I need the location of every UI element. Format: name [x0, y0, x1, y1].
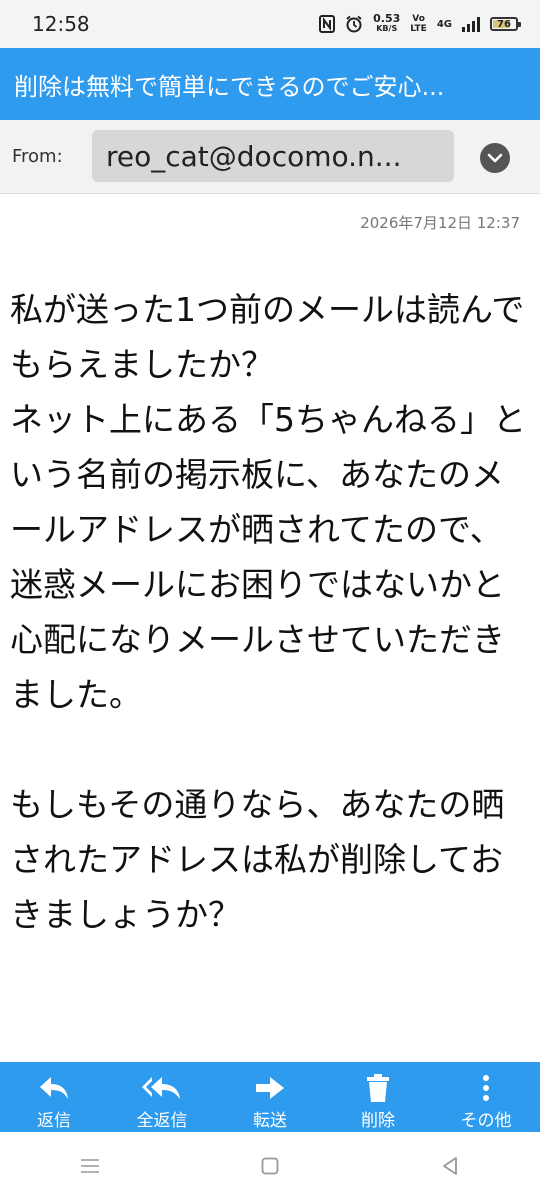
recent-apps-button[interactable] — [60, 1146, 120, 1186]
message-body: 私が送った1つ前のメールは読んでもらえましたか？ ネット上にある「5ちゃんねる」… — [10, 282, 532, 942]
volte-top: Vo — [412, 14, 425, 24]
alarm-icon — [346, 15, 362, 33]
more-label: その他 — [460, 1111, 512, 1131]
net-speed: 0.53 KB/S — [373, 12, 401, 34]
net-speed-unit: KB/S — [376, 24, 398, 33]
home-button[interactable] — [240, 1146, 300, 1186]
from-address-chip[interactable]: reo_cat@docomo.n... — [92, 130, 454, 182]
from-label: From: — [12, 146, 63, 167]
reply-button[interactable]: 返信 — [0, 1062, 108, 1132]
reply-all-icon — [142, 1077, 180, 1099]
message-paragraph: 私が送った1つ前のメールは読んでもらえましたか？ — [10, 290, 525, 384]
reply-all-label: 全返信 — [136, 1111, 188, 1131]
signal-icon — [462, 16, 480, 32]
network-type: 4G — [436, 18, 452, 30]
delete-label: 削除 — [361, 1111, 395, 1131]
recent-apps-icon — [81, 1159, 99, 1173]
expand-header-button[interactable] — [480, 143, 510, 173]
subject-bar: 削除は無料で簡単にできるのでご安心... — [0, 48, 540, 120]
reply-icon — [40, 1077, 68, 1099]
status-bar: 12:58 0.53 KB/S Vo LTE 4G 76 — [0, 0, 540, 48]
volte-indicator: Vo LTE — [410, 14, 427, 34]
system-nav-bar — [0, 1132, 540, 1200]
status-time: 12:58 — [32, 12, 90, 36]
message-paragraph: ネット上にある「5ちゃんねる」という名前の掲示板に、あなたのメールアドレスが晒さ… — [10, 400, 526, 714]
delete-button[interactable]: 削除 — [324, 1062, 432, 1132]
forward-button[interactable]: 転送 — [216, 1062, 324, 1132]
chevron-down-icon — [487, 153, 503, 163]
more-button[interactable]: その他 — [432, 1062, 540, 1132]
trash-icon — [367, 1074, 389, 1102]
back-icon — [443, 1157, 457, 1175]
home-icon — [261, 1157, 279, 1175]
forward-arrow-icon — [256, 1077, 284, 1099]
more-vertical-icon — [483, 1075, 489, 1101]
message-date: 2026年7月12日 12:37 — [360, 214, 520, 232]
action-toolbar: 返信 全返信 転送 削除 その他 — [0, 1062, 540, 1132]
reply-all-button[interactable]: 全返信 — [108, 1062, 216, 1132]
volte-bottom: LTE — [410, 24, 427, 34]
message-paragraph: もしもその通りなら、あなたの晒されたアドレスは私が削除しておきましょうか？ — [10, 785, 505, 934]
forward-label: 転送 — [253, 1111, 287, 1131]
status-icons: 0.53 KB/S Vo LTE 4G 76 — [319, 12, 521, 34]
net-speed-value: 0.53 — [373, 12, 401, 25]
reply-label: 返信 — [37, 1111, 71, 1131]
battery-percent: 76 — [497, 18, 511, 30]
battery-icon: 76 — [490, 17, 521, 31]
from-address: reo_cat@docomo.n... — [106, 139, 402, 173]
from-row: From: reo_cat@docomo.n... — [0, 120, 540, 194]
nfc-icon — [319, 15, 336, 33]
subject-title: 削除は無料で簡単にできるのでご安心... — [14, 72, 445, 101]
back-button[interactable] — [420, 1146, 480, 1186]
